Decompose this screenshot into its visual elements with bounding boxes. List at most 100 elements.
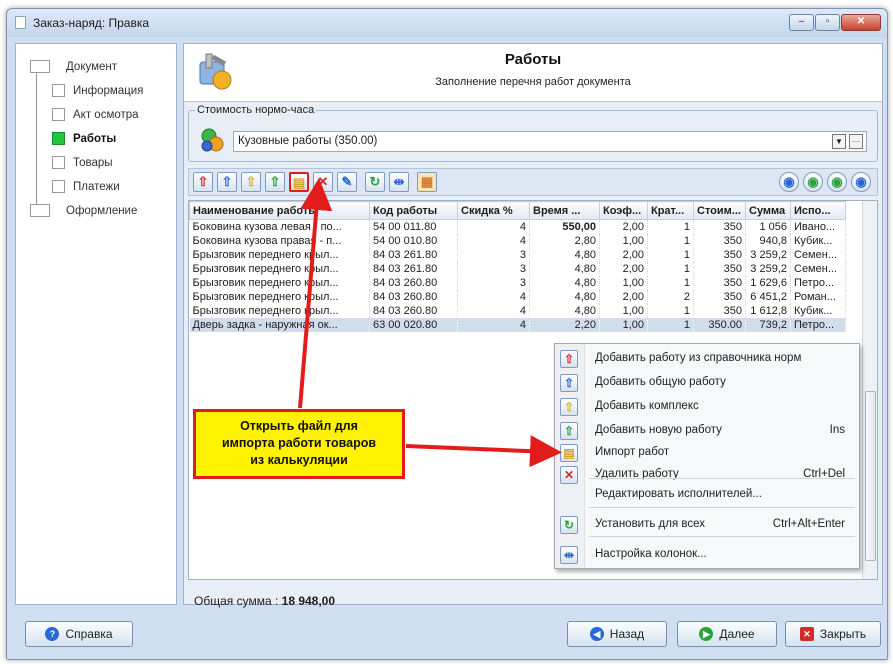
table-cell: 3 [457,262,530,276]
menu-item[interactable]: ⇹ Настройка колонок... [555,544,859,566]
step-checkbox [52,156,65,169]
total-row: Общая сумма : 18 948,00 [194,594,335,608]
column-header[interactable]: Наименование работы [189,201,370,220]
menu-item-label: Добавить комплекс [595,400,699,412]
table-row[interactable]: Брызговик переднего крыл... 84 03 260.80 4… [189,304,846,318]
table-row[interactable]: Брызговик переднего крыл... 84 03 261.80 3… [189,248,846,262]
table-row[interactable]: Боковина кузова левая - по... 54 00 011.8… [189,219,846,234]
table-cell: 1 [647,276,694,290]
edit-icon[interactable]: ✎ [337,172,357,192]
table-cell: Петро... [790,318,846,332]
menu-item[interactable]: Редактировать исполнителей... [555,484,859,506]
table-cell: 1 [647,234,694,248]
column-header[interactable]: Испо... [790,201,846,220]
table-cell: Боковина кузова левая - по... [189,219,370,234]
vertical-scrollbar[interactable] [862,201,877,579]
minimize-button[interactable]: ‒ [789,14,814,31]
nav-item-payments[interactable]: Платежи [52,180,120,193]
dropdown-arrow-icon[interactable]: ▼ [832,134,846,149]
next-button[interactable]: ▶ Далее [677,621,777,647]
import-button[interactable]: ▤ [289,172,309,192]
menu-item-label: Добавить общую работу [595,376,726,388]
step-checkbox [52,180,65,193]
ellipsis-button[interactable]: ··· [849,134,863,149]
menu-item[interactable]: ✕ Удалить работу Ctrl+Del [555,464,859,486]
nav-item-inspection[interactable]: Акт осмотра [52,108,139,121]
table-cell: 350 [693,290,746,304]
add-norm-button[interactable]: ⇧ [193,172,213,192]
menu-item-label: Импорт работ [595,446,670,458]
page-subtitle: Заполнение перечня работ документа [435,76,631,88]
table-row[interactable]: Брызговик переднего крыл... 84 03 260.80 3… [189,276,846,290]
table-cell: 739,2 [745,318,791,332]
first-icon[interactable]: ◉ [779,172,799,192]
menu-item[interactable]: ↻ Установить для всех Ctrl+Alt+Enter [555,514,859,536]
column-header[interactable]: Время ... [529,201,600,220]
table-cell: 4 [457,290,530,304]
table-row[interactable]: Дверь задка - наружная ок... 63 00 020.80… [189,318,846,332]
add-norm-icon: ⇧ [560,350,578,368]
close-button[interactable]: ✕ Закрыть [785,621,881,647]
nav-item-finish[interactable]: Оформление [30,204,137,217]
table-cell: Дверь задка - наружная ок... [189,318,370,332]
back-button[interactable]: ◀ Назад [567,621,667,647]
menu-item[interactable]: ⇧ Добавить комплекс [555,396,859,418]
add-new-button[interactable]: ⇧ [265,172,285,192]
close-window-button[interactable]: ✕ [841,14,881,31]
column-header[interactable]: Крат... [647,201,694,220]
delete-button[interactable]: ✕ [313,172,333,192]
prev-icon[interactable]: ◉ [803,172,823,192]
table-cell: 1,00 [599,234,648,248]
table-cell: Семен... [790,262,846,276]
apply-all-icon: ↻ [560,516,578,534]
close-icon: ✕ [799,627,814,641]
next-arrow-icon: ▶ [699,627,714,641]
table-row[interactable]: Брызговик переднего крыл... 84 03 260.80 4… [189,290,846,304]
column-header[interactable]: Код работы [369,201,458,220]
next-icon[interactable]: ◉ [827,172,847,192]
table-cell: 4 [457,219,530,234]
menu-item[interactable]: ▤ Импорт работ [555,442,859,464]
menu-item[interactable]: ⇧ Добавить новую работу Ins [555,420,859,442]
apply-all-icon[interactable]: ↻ [365,172,385,192]
menu-item[interactable]: ⇧ Добавить общую работу [555,372,859,394]
column-header[interactable]: Скидка % [457,201,530,220]
grid-icon[interactable]: ▦ [417,172,437,192]
add-new-icon: ⇧ [560,422,578,440]
menu-item[interactable]: ⇧ Добавить работу из справочника норм [555,348,859,370]
nav-item-document[interactable]: Документ [30,60,117,73]
add-complex-button[interactable]: ⇧ [241,172,261,192]
table-cell: Брызговик переднего крыл... [189,276,370,290]
column-header[interactable]: Сумма [745,201,791,220]
column-header[interactable]: Стоим... [693,201,746,220]
table-cell: 350 [693,219,746,234]
columns-icon[interactable]: ⇹ [389,172,409,192]
table-cell: Семен... [790,248,846,262]
table-cell: 54 00 011.80 [369,219,458,234]
import-icon: ▤ [560,444,578,462]
table-cell: 3 [457,276,530,290]
nav-item-works[interactable]: Работы [52,132,116,145]
total-value: 18 948,00 [281,594,336,608]
last-icon[interactable]: ◉ [851,172,871,192]
table-row[interactable]: Брызговик переднего крыл... 84 03 261.80 3… [189,262,846,276]
table-cell: Боковина кузова правая - п... [189,234,370,248]
table-cell: 3 [457,248,530,262]
table-cell: 4,80 [529,290,600,304]
table-cell: 350 [693,234,746,248]
menu-item-label: Установить для всех [595,518,706,530]
column-header[interactable]: Коэф... [599,201,648,220]
nav-item-info[interactable]: Информация [52,84,143,97]
table-cell: 940,8 [745,234,791,248]
table-cell: Роман... [790,290,846,304]
table-cell: 3 259,2 [745,248,791,262]
maximize-button[interactable]: ▫ [815,14,840,31]
rate-select[interactable]: Кузовные работы (350.00) ▼ ··· [233,131,867,152]
table-row[interactable]: Боковина кузова правая - п... 54 00 010.8… [189,234,846,248]
table-cell: 350.00 [693,318,746,332]
table-cell: 350 [693,304,746,318]
nav-item-goods[interactable]: Товары [52,156,113,169]
scrollbar-thumb[interactable] [865,391,876,561]
help-button[interactable]: ? Справка [25,621,133,647]
add-general-button[interactable]: ⇧ [217,172,237,192]
